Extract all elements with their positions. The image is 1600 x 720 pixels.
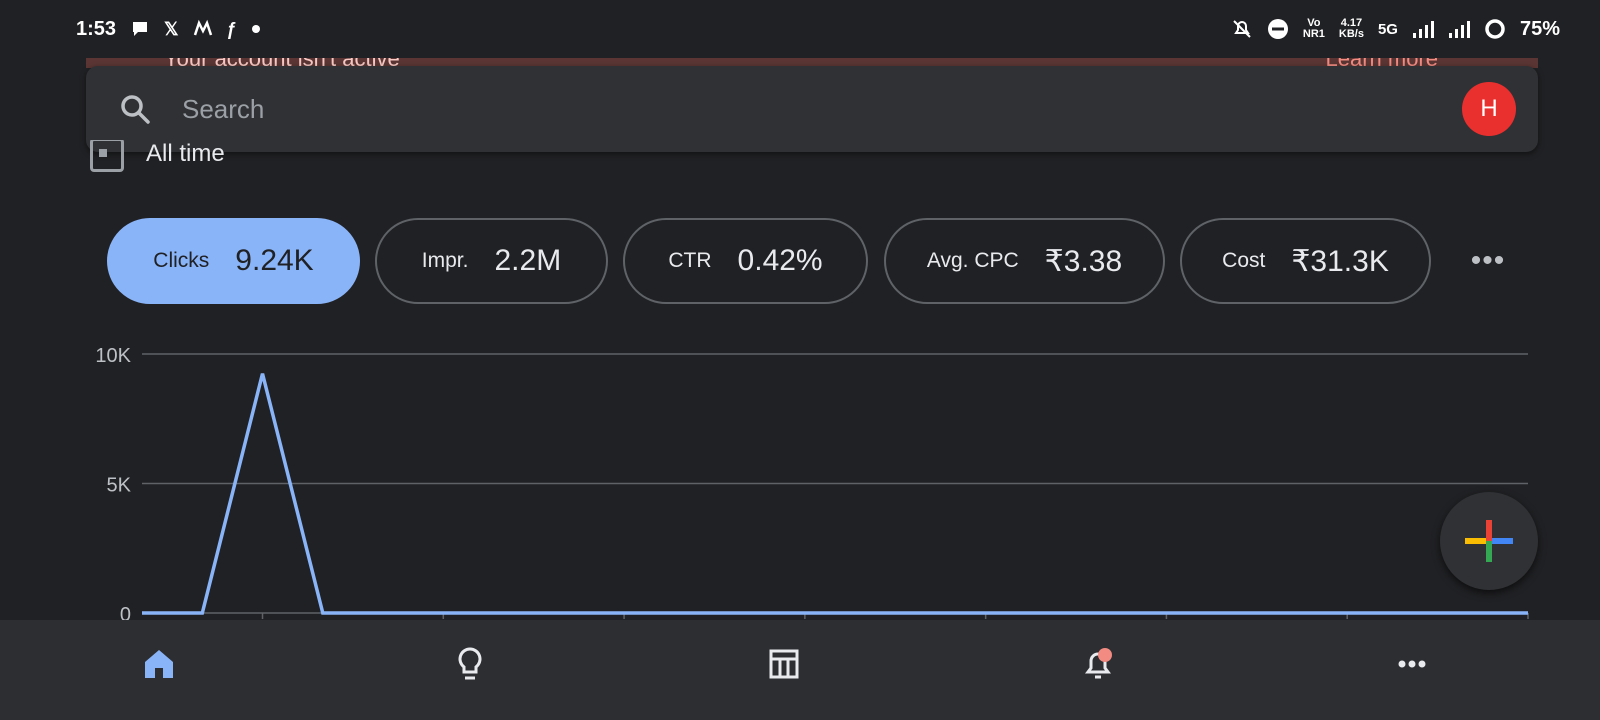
status-left: 1:53 𝕏 ƒ	[76, 18, 261, 41]
medium-icon	[193, 19, 213, 39]
speed-unit: KB/s	[1338, 28, 1364, 40]
date-range-filter[interactable]: All time	[90, 140, 225, 174]
volte-bottom: NR1	[1302, 28, 1325, 40]
nav-home[interactable]	[137, 642, 181, 686]
chart-grid	[142, 353, 1528, 614]
status-bar: 1:53 𝕏 ƒ Vo NR1 4.17 KB/s 5G 75%	[0, 0, 1600, 58]
metric-chip-avg-cpc[interactable]: Avg. CPC ₹3.38	[884, 218, 1165, 304]
chart-series-line	[142, 373, 1528, 615]
volte-indicator: Vo NR1	[1303, 18, 1325, 40]
battery-percent: 75%	[1519, 17, 1560, 40]
dot-icon	[251, 24, 261, 34]
status-right: Vo NR1 4.17 KB/s 5G 75%	[1231, 18, 1560, 41]
date-range-label: All time	[146, 140, 225, 167]
lightbulb-icon	[448, 642, 492, 686]
search-bar[interactable]: Search H	[86, 66, 1538, 152]
metric-label: CTR	[668, 249, 712, 272]
chart-y-tick-label: 5K	[107, 475, 132, 497]
mute-bell-icon	[1231, 18, 1253, 40]
metric-value: ₹31.3K	[1291, 244, 1389, 278]
metric-chip-clicks[interactable]: Clicks 9.24K	[107, 218, 360, 304]
table-icon	[762, 642, 806, 686]
speed-indicator: 4.17 KB/s	[1339, 18, 1364, 40]
home-icon	[137, 642, 181, 686]
x-app-icon: 𝕏	[164, 19, 179, 39]
metric-chip-impressions[interactable]: Impr. 2.2M	[375, 218, 608, 304]
clicks-chart: 10K 5K 0	[95, 345, 1529, 620]
nav-notifications[interactable]	[1076, 642, 1120, 686]
nav-recommendations[interactable]	[448, 642, 492, 686]
app-f-icon: ƒ	[226, 19, 237, 39]
status-time: 1:53	[76, 17, 117, 40]
avatar[interactable]: H	[1462, 82, 1516, 136]
nav-campaigns[interactable]	[762, 642, 806, 686]
more-icon	[1390, 642, 1434, 686]
metric-label: Clicks	[153, 249, 210, 272]
more-metrics-icon[interactable]: •••	[1468, 244, 1508, 278]
nav-more[interactable]	[1390, 642, 1434, 686]
chat-icon	[130, 19, 150, 39]
chart-y-tick-label: 10K	[95, 345, 131, 367]
metric-value: 0.42%	[737, 244, 823, 277]
chart-y-ticks: 10K 5K 0	[95, 345, 131, 620]
network-type: 5G	[1377, 20, 1398, 38]
notifications-icon	[1076, 642, 1120, 686]
dnd-icon	[1267, 18, 1289, 40]
metric-value: ₹3.38	[1044, 244, 1123, 278]
search-input[interactable]: Search	[182, 94, 1462, 125]
metric-label: Impr.	[421, 249, 469, 272]
create-fab[interactable]	[1440, 492, 1538, 590]
search-icon	[118, 92, 152, 126]
metric-chip-ctr[interactable]: CTR 0.42%	[623, 218, 868, 304]
bottom-navigation	[0, 620, 1600, 720]
calendar-icon	[90, 140, 124, 172]
metric-chip-cost[interactable]: Cost ₹31.3K	[1180, 218, 1431, 304]
chart-y-tick-label: 0	[120, 604, 131, 620]
metric-label: Cost	[1222, 249, 1266, 272]
metric-label: Avg. CPC	[926, 249, 1019, 272]
metric-value: 2.2M	[494, 244, 562, 277]
battery-ring-icon	[1484, 18, 1506, 40]
metric-value: 9.24K	[235, 244, 314, 277]
signal-icon	[1412, 19, 1434, 39]
signal-icon-2	[1448, 19, 1470, 39]
plus-icon	[1440, 492, 1538, 590]
